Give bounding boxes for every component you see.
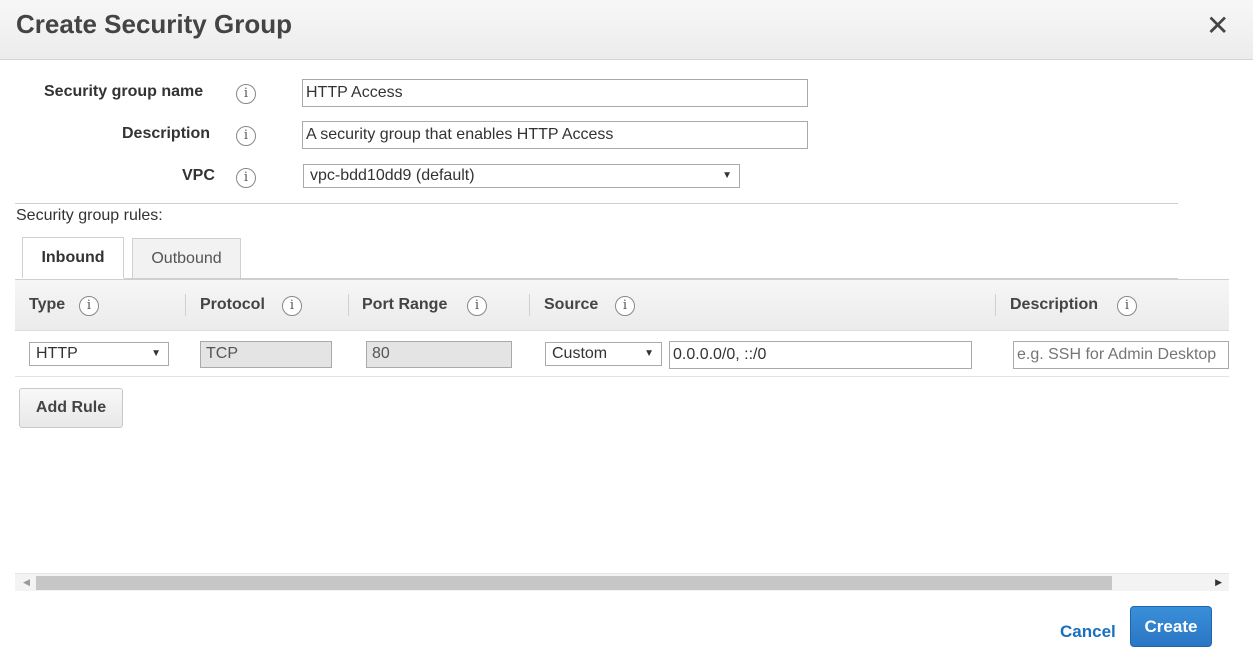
- description-label: Description: [122, 125, 211, 142]
- column-header-description: Description: [1010, 296, 1099, 313]
- row-divider: [15, 376, 1229, 377]
- security-group-name-label: Security group name: [44, 83, 204, 100]
- info-icon[interactable]: i: [79, 296, 99, 316]
- rule-source-type-value: Custom: [552, 345, 608, 362]
- column-header-protocol: Protocol: [200, 296, 265, 313]
- dropdown-arrow-icon: ▼: [722, 170, 732, 181]
- rule-type-value: HTTP: [36, 345, 78, 362]
- scrollbar-thumb[interactable]: [36, 576, 1112, 590]
- vpc-label: VPC: [182, 167, 215, 184]
- vpc-select[interactable]: vpc-bdd10dd9 (default) ▼: [303, 164, 740, 188]
- divider: [15, 203, 1178, 204]
- rule-port-range-field: 80: [366, 341, 512, 368]
- column-divider: [348, 294, 349, 316]
- description-input[interactable]: [302, 121, 808, 149]
- info-icon[interactable]: i: [615, 296, 635, 316]
- scroll-left-icon[interactable]: ◀: [23, 577, 30, 588]
- security-group-name-input[interactable]: [302, 79, 808, 107]
- column-divider: [529, 294, 530, 316]
- column-header-port-range: Port Range: [362, 296, 448, 313]
- rule-description-input[interactable]: [1013, 341, 1229, 369]
- info-icon[interactable]: i: [236, 126, 256, 146]
- info-icon[interactable]: i: [236, 84, 256, 104]
- info-icon[interactable]: i: [467, 296, 487, 316]
- tab-outbound[interactable]: Outbound: [132, 238, 241, 279]
- add-rule-button[interactable]: Add Rule: [19, 388, 123, 428]
- cancel-button[interactable]: Cancel: [1060, 622, 1116, 642]
- tab-inbound[interactable]: Inbound: [22, 237, 124, 278]
- rule-protocol-field: TCP: [200, 341, 332, 368]
- rule-type-select[interactable]: HTTP ▼: [29, 342, 169, 366]
- dropdown-arrow-icon: ▼: [644, 348, 654, 359]
- close-icon[interactable]: ✕: [1206, 12, 1229, 40]
- column-divider: [185, 294, 186, 316]
- create-button[interactable]: Create: [1130, 606, 1212, 647]
- security-group-rules-label: Security group rules:: [16, 207, 163, 224]
- dialog-header: Create Security Group ✕: [0, 0, 1253, 60]
- column-header-source: Source: [544, 296, 599, 313]
- column-header-type: Type: [29, 296, 66, 313]
- rule-source-input[interactable]: [669, 341, 972, 369]
- vpc-select-value: vpc-bdd10dd9 (default): [310, 167, 475, 184]
- rules-table-header: Type i Protocol i Port Range i Source i …: [15, 279, 1229, 331]
- info-icon[interactable]: i: [282, 296, 302, 316]
- column-divider: [995, 294, 996, 316]
- create-security-group-dialog: Create Security Group ✕ Security group n…: [0, 0, 1253, 664]
- dropdown-arrow-icon: ▼: [151, 348, 161, 359]
- dialog-title: Create Security Group: [16, 9, 292, 39]
- info-icon[interactable]: i: [1117, 296, 1137, 316]
- scroll-right-icon[interactable]: ▶: [1215, 577, 1222, 588]
- horizontal-scrollbar[interactable]: ◀ ▶: [15, 573, 1229, 591]
- rule-source-type-select[interactable]: Custom ▼: [545, 342, 662, 366]
- info-icon[interactable]: i: [236, 168, 256, 188]
